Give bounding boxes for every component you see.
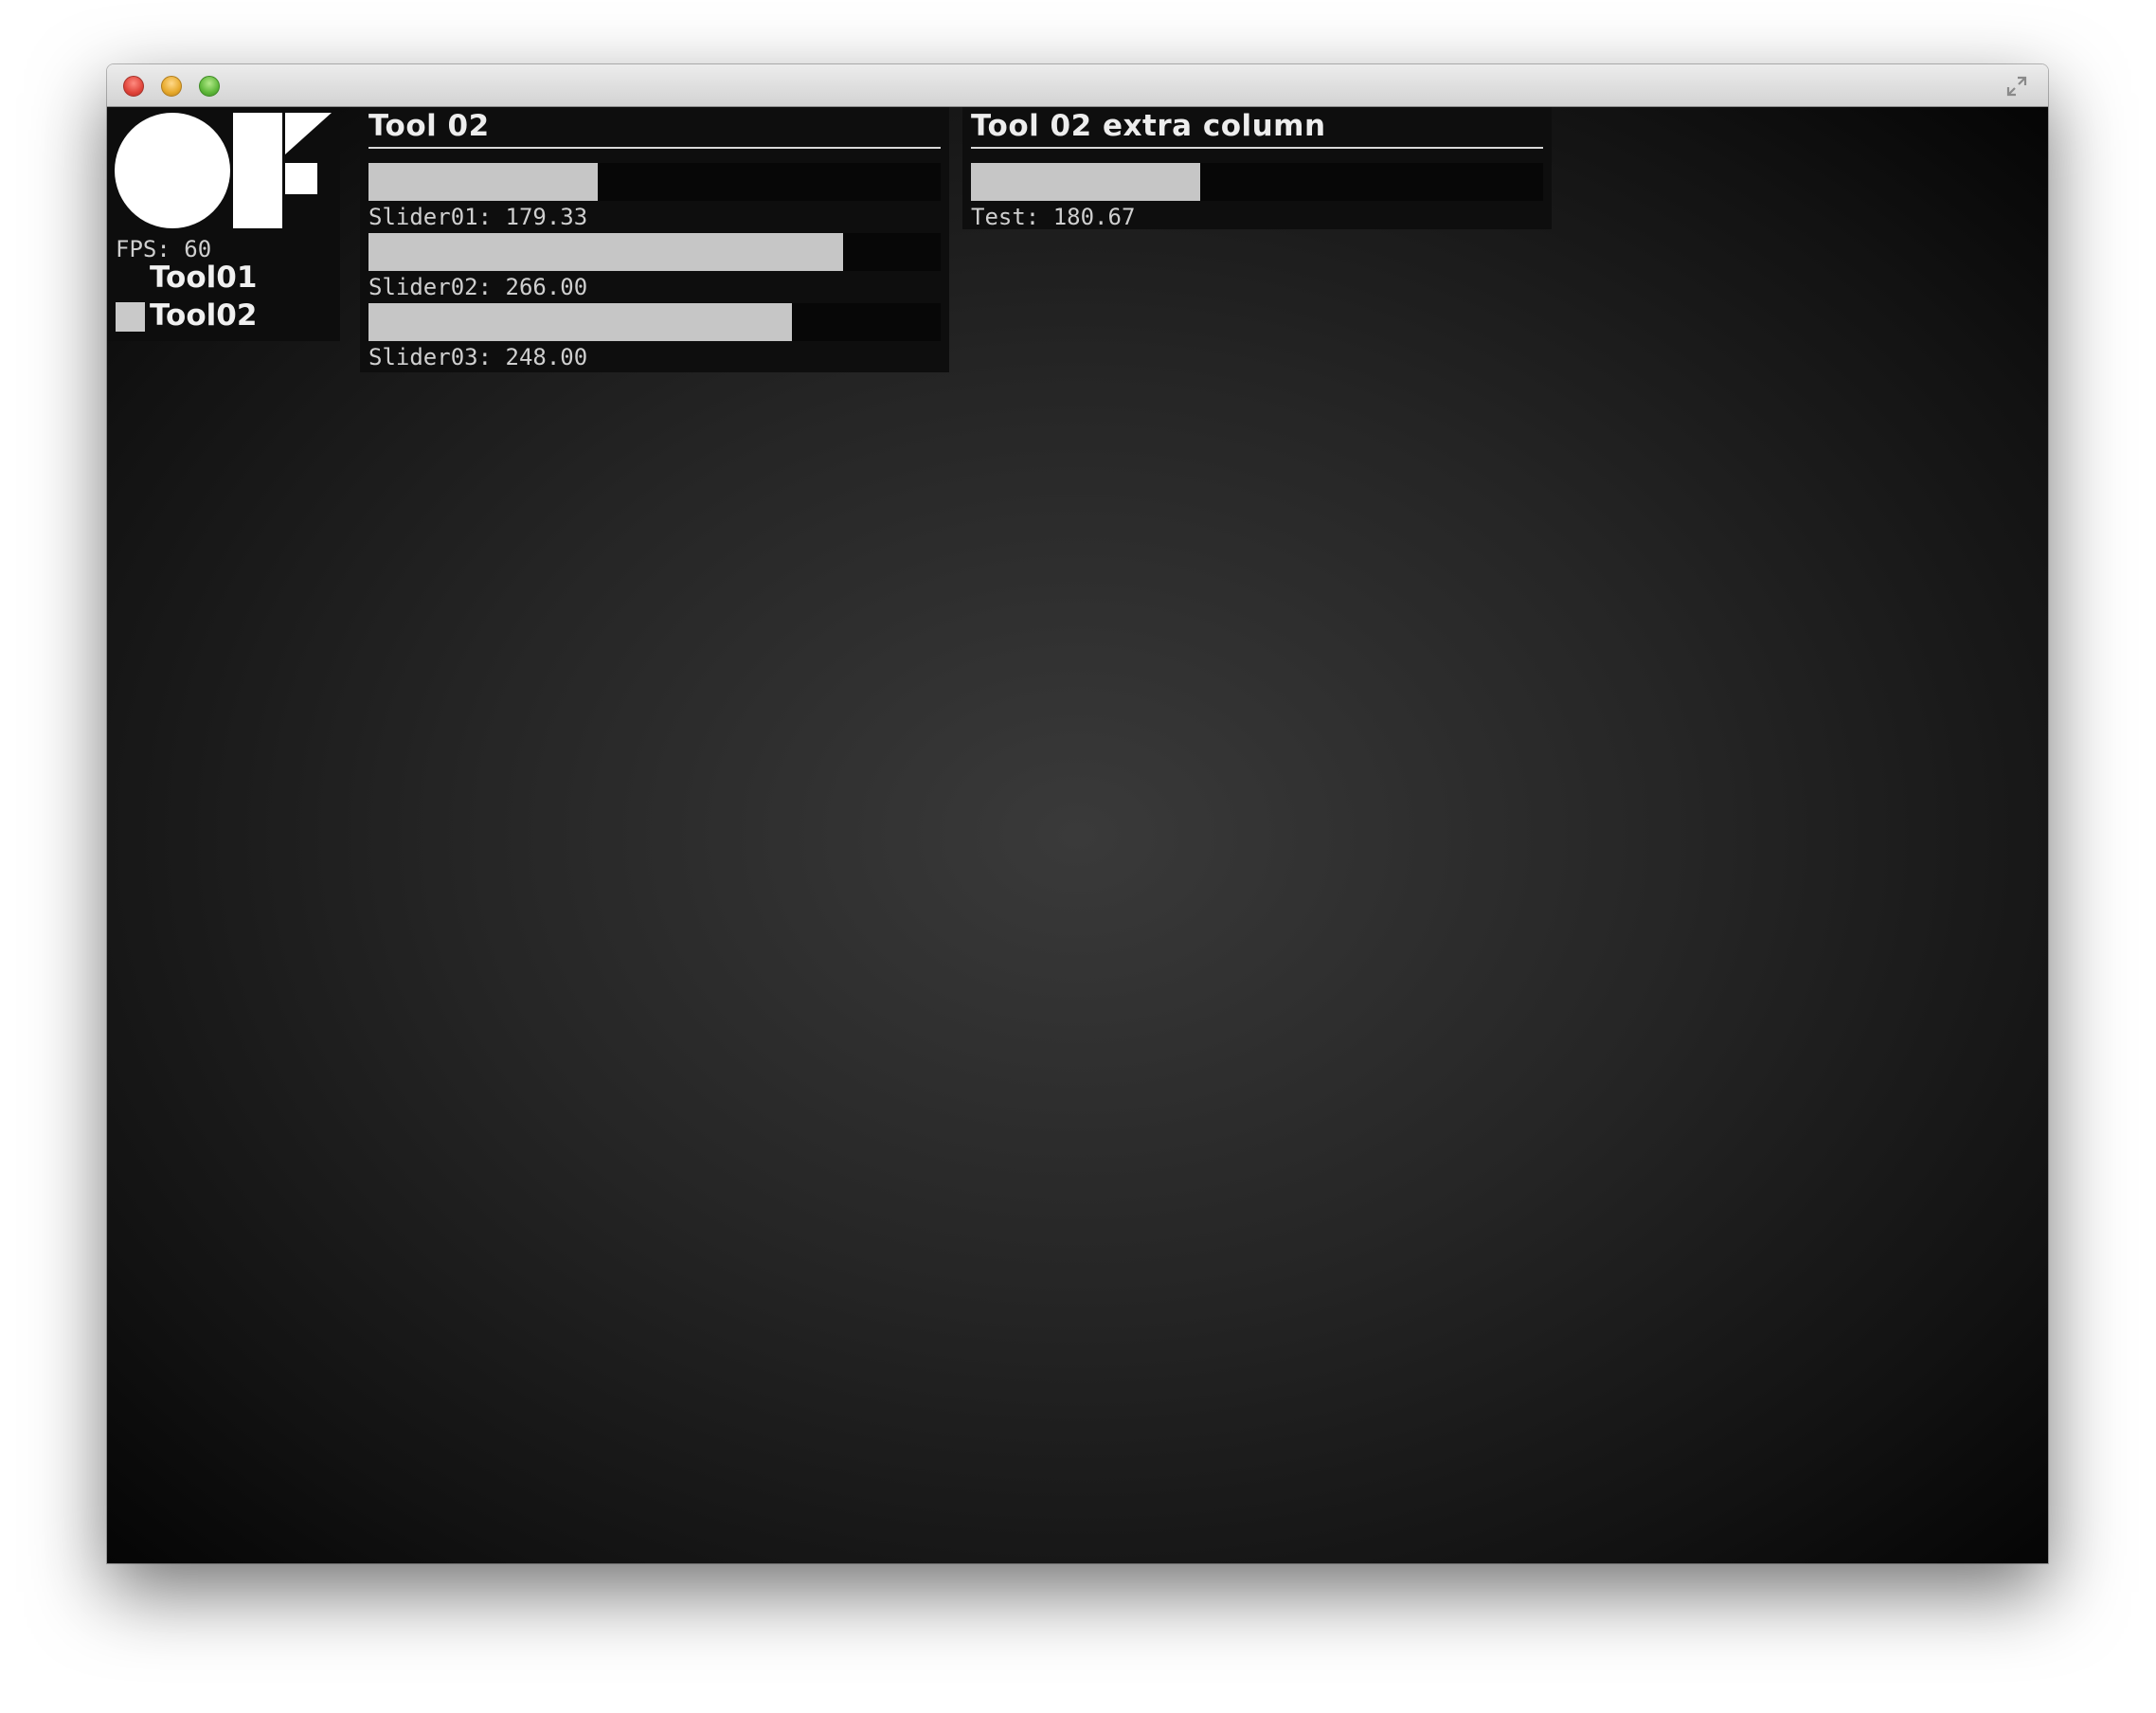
slider02[interactable] xyxy=(368,233,941,271)
panel-divider xyxy=(971,147,1543,149)
maximize-button[interactable] xyxy=(199,76,220,97)
panel-divider xyxy=(368,147,941,149)
close-button[interactable] xyxy=(123,76,144,97)
tool-label: Tool02 xyxy=(150,298,258,333)
sidebar-panel: FPS: 60 Tool01 Tool02 xyxy=(107,107,340,341)
slider01-label: Slider01: 179.33 xyxy=(368,204,588,230)
fps-readout: FPS: 60 xyxy=(116,236,212,262)
test-slider-label: Test: 180.67 xyxy=(971,204,1136,230)
tool-item-tool02[interactable]: Tool02 xyxy=(116,298,333,333)
slider03-label: Slider03: 248.00 xyxy=(368,344,588,370)
tool-select-box[interactable] xyxy=(116,264,145,294)
panel-title: Tool 02 extra column xyxy=(971,109,1326,143)
app-window: FPS: 60 Tool01 Tool02 Tool 02 Slider01: … xyxy=(107,64,2048,1563)
slider01[interactable] xyxy=(368,163,941,201)
tool-label: Tool01 xyxy=(150,261,258,295)
openframeworks-logo-icon xyxy=(115,113,332,228)
fullscreen-arrows-icon[interactable] xyxy=(2004,74,2029,99)
title-bar[interactable] xyxy=(107,64,2048,107)
panel-title: Tool 02 xyxy=(368,109,490,143)
canvas-area: FPS: 60 Tool01 Tool02 Tool 02 Slider01: … xyxy=(107,107,2048,1563)
tool02-extra-column-panel: Tool 02 extra column Test: 180.67 xyxy=(962,107,1552,230)
tool-select-box-active[interactable] xyxy=(116,302,145,332)
slider-fill xyxy=(368,233,844,271)
slider03[interactable] xyxy=(368,303,941,341)
slider-fill xyxy=(368,163,598,201)
test-slider[interactable] xyxy=(971,163,1543,201)
minimize-button[interactable] xyxy=(161,76,182,97)
tool02-panel: Tool 02 Slider01: 179.33 Slider02: 266.0… xyxy=(360,107,949,372)
tool-item-tool01[interactable]: Tool01 xyxy=(116,261,333,295)
slider-fill xyxy=(971,163,1200,201)
slider-fill xyxy=(368,303,792,341)
slider02-label: Slider02: 266.00 xyxy=(368,274,588,300)
